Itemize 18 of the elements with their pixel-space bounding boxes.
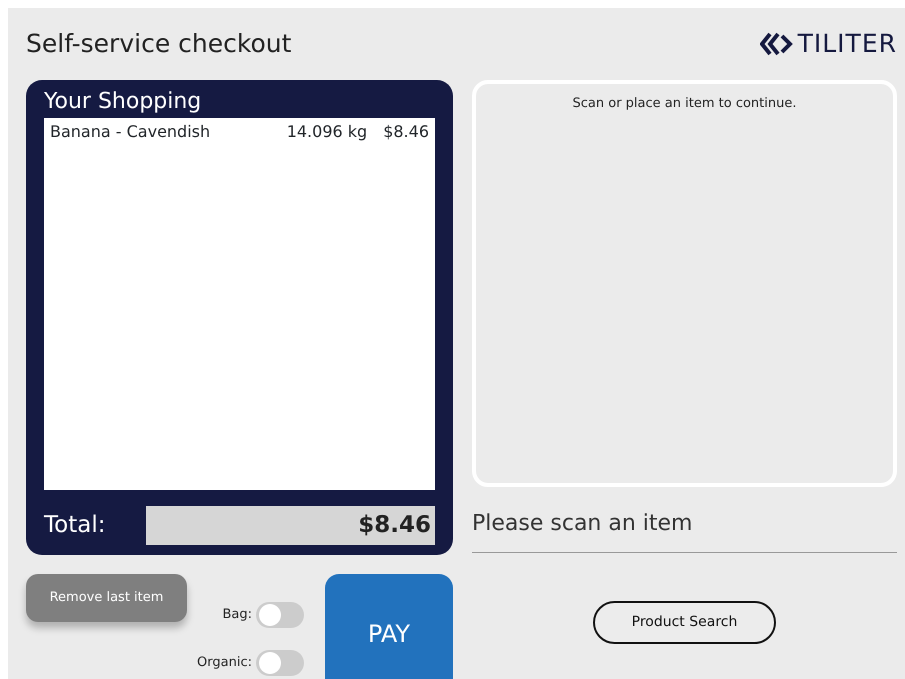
logo-icon: [760, 32, 794, 56]
toggle-switch[interactable]: [256, 602, 304, 628]
page-title: Self-service checkout: [26, 28, 292, 60]
scan-hint: Scan or place an item to continue.: [572, 96, 796, 111]
panel-title: Your Shopping: [44, 88, 202, 116]
remove-last-item-button[interactable]: Remove last item: [26, 574, 187, 622]
status-message: Please scan an item: [472, 510, 694, 538]
toggle-switch[interactable]: [256, 650, 304, 676]
total-label: Total:: [44, 511, 106, 540]
logo-text: TILITER: [798, 28, 897, 60]
toggle-label: Organic:: [197, 654, 252, 672]
total-amount: $8.46: [146, 506, 435, 545]
product-search-button[interactable]: Product Search: [593, 601, 776, 644]
toggle-label: Bag:: [222, 606, 252, 624]
pay-button[interactable]: PAY: [325, 574, 453, 679]
item-price: $8.46: [383, 121, 429, 143]
item-weight: 14.096 kg: [286, 121, 368, 143]
item-name: Banana - Cavendish: [50, 121, 210, 143]
